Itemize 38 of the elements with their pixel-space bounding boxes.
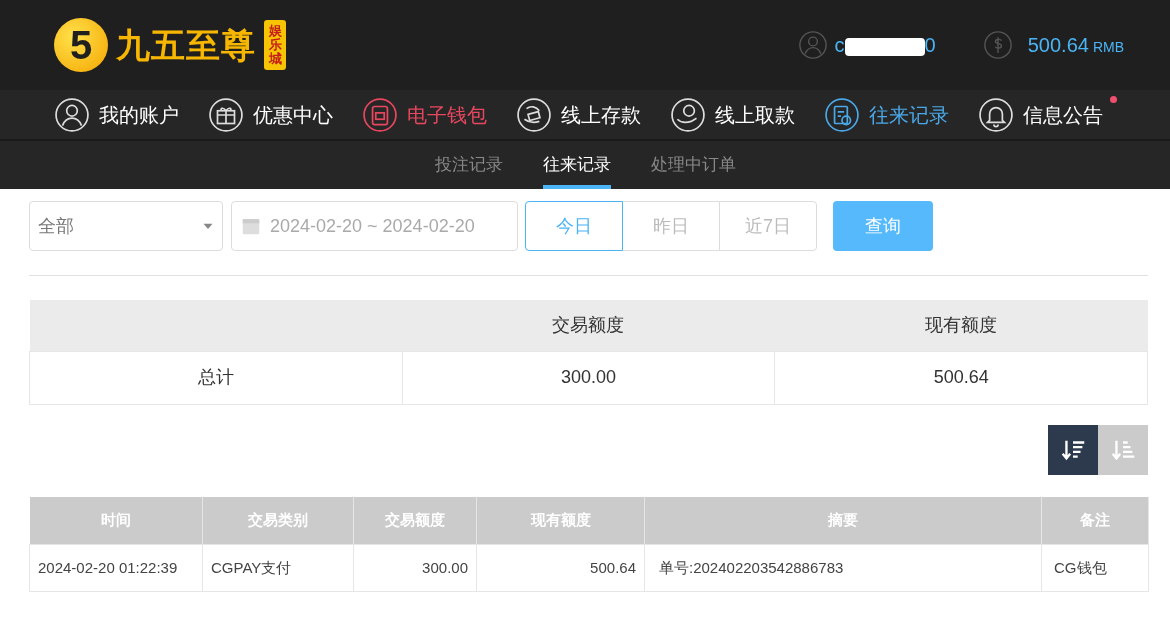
table-cell: CG钱包	[1041, 544, 1149, 592]
type-select[interactable]: 全部	[29, 201, 223, 251]
tab[interactable]: 处理中订单	[650, 141, 736, 189]
tab[interactable]: 往来记录	[542, 141, 611, 189]
logo-text: 九五至尊	[116, 28, 256, 62]
table-cell: 单号:202402203542886783	[644, 544, 1042, 592]
currency: RMB	[1092, 39, 1124, 55]
wallet-icon	[363, 97, 397, 132]
sort-button[interactable]	[1048, 424, 1098, 475]
hand-card-icon	[517, 97, 551, 132]
balance: 500.64	[1027, 34, 1089, 56]
dollar-icon	[983, 31, 1012, 59]
table-cell: 2024-02-20 01:22:39	[29, 544, 203, 592]
clipboard-clock-icon	[825, 97, 859, 132]
table-cell: 500.64	[476, 544, 645, 592]
nav-item[interactable]: 线上存款	[517, 97, 641, 132]
nav-item[interactable]: 我的账户	[55, 97, 179, 132]
logo-mark: 5	[54, 18, 108, 72]
nav-item[interactable]: 往来记录	[825, 97, 949, 132]
column-header: 交易额度	[402, 300, 775, 351]
table-cell: CGPAY支付	[202, 544, 354, 592]
bell-icon	[979, 97, 1013, 132]
gift-icon	[209, 97, 243, 132]
logo-badge: 娱乐城	[264, 19, 286, 71]
nav-item[interactable]: 优惠中心	[209, 97, 333, 132]
username[interactable]: c	[834, 34, 845, 56]
nav-item[interactable]: 线上取款	[671, 97, 795, 132]
user-icon	[55, 97, 89, 132]
nav-item[interactable]: 电子钱包	[363, 97, 487, 132]
user-icon	[798, 31, 827, 59]
table-cell: 总计	[29, 351, 403, 404]
table-cell: 500.64	[774, 351, 1148, 404]
nav-item[interactable]: 信息公告	[979, 97, 1103, 132]
tab[interactable]: 投注记录	[434, 141, 503, 189]
username[interactable]: 0	[924, 34, 936, 56]
table-cell: 300.00	[402, 351, 775, 404]
column-header: 现有额度	[774, 300, 1148, 351]
table-cell: 300.00	[353, 544, 477, 592]
